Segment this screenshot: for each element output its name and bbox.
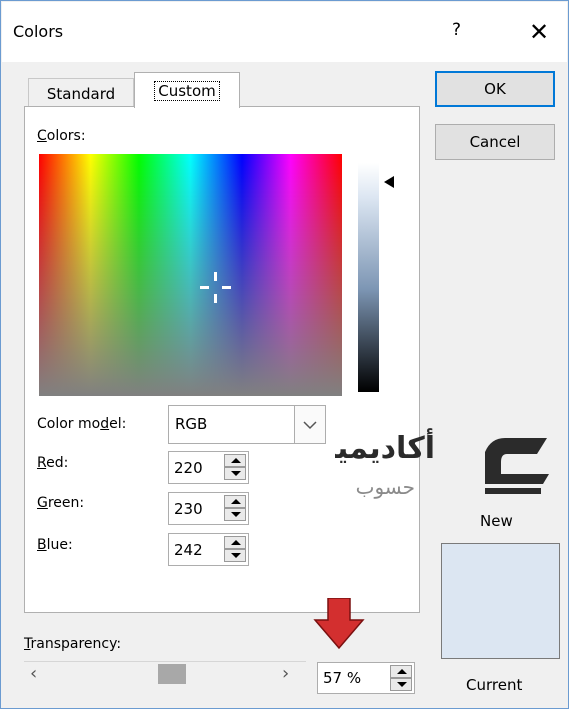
ok-button[interactable]: OK <box>435 71 555 107</box>
red-spin-buttons <box>224 454 246 480</box>
luminance-slider[interactable] <box>358 163 379 392</box>
tab-custom[interactable]: Custom <box>134 72 240 108</box>
green-stepper[interactable]: 230 <box>168 492 249 525</box>
blue-increment-button[interactable] <box>224 536 246 549</box>
academy-watermark: أكاديمية حسوب <box>335 428 549 499</box>
blue-value[interactable]: 242 <box>174 541 203 559</box>
green-increment-button[interactable] <box>224 495 246 508</box>
luminance-pointer-icon[interactable] <box>384 176 394 188</box>
color-preview-swatch <box>441 543 560 659</box>
crosshair-icon <box>200 272 232 304</box>
watermark-line1: أكاديمية <box>335 428 435 466</box>
slider-left-arrow-icon[interactable]: ‹ <box>30 663 37 684</box>
red-value[interactable]: 220 <box>174 459 203 477</box>
transparency-slider-thumb[interactable] <box>158 664 186 684</box>
transparency-spin-buttons <box>390 665 412 691</box>
tab-custom-label: Custom <box>154 81 220 101</box>
close-button[interactable]: ✕ <box>521 14 557 50</box>
green-value[interactable]: 230 <box>174 500 203 518</box>
transparency-increment-button[interactable] <box>390 665 412 678</box>
blue-label: Blue: <box>37 537 73 553</box>
tab-standard[interactable]: Standard <box>28 78 134 109</box>
chevron-down-icon[interactable] <box>294 406 325 443</box>
transparency-decrement-button[interactable] <box>390 678 412 691</box>
academy-logo-icon <box>485 438 549 494</box>
color-spectrum-picker[interactable] <box>39 154 342 396</box>
watermark-line2: حسوب <box>356 475 415 499</box>
transparency-stepper[interactable]: 57 % <box>317 662 415 694</box>
red-increment-button[interactable] <box>224 454 246 467</box>
color-model-label: Color model: <box>37 416 127 432</box>
transparency-label: Transparency: <box>24 636 122 652</box>
blue-stepper[interactable]: 242 <box>168 533 249 566</box>
colors-label: Colors: <box>37 128 86 144</box>
slider-right-arrow-icon[interactable]: › <box>282 663 289 684</box>
green-label: Green: <box>37 495 85 511</box>
arrow-down-icon <box>313 598 365 650</box>
color-model-select[interactable]: RGB <box>168 405 326 444</box>
current-label: Current <box>466 676 523 694</box>
red-stepper[interactable]: 220 <box>168 451 249 484</box>
new-label: New <box>480 512 513 530</box>
dialog-title: Colors <box>13 22 64 41</box>
red-label: Red: <box>37 455 69 471</box>
title-bar: Colors ? ✕ <box>2 2 567 62</box>
cancel-button[interactable]: Cancel <box>435 124 555 160</box>
blue-decrement-button[interactable] <box>224 549 246 562</box>
color-model-value: RGB <box>175 415 208 433</box>
help-button[interactable]: ? <box>452 20 461 40</box>
green-decrement-button[interactable] <box>224 508 246 521</box>
green-spin-buttons <box>224 495 246 521</box>
blue-spin-buttons <box>224 536 246 562</box>
transparency-value[interactable]: 57 % <box>323 669 361 687</box>
red-decrement-button[interactable] <box>224 467 246 480</box>
